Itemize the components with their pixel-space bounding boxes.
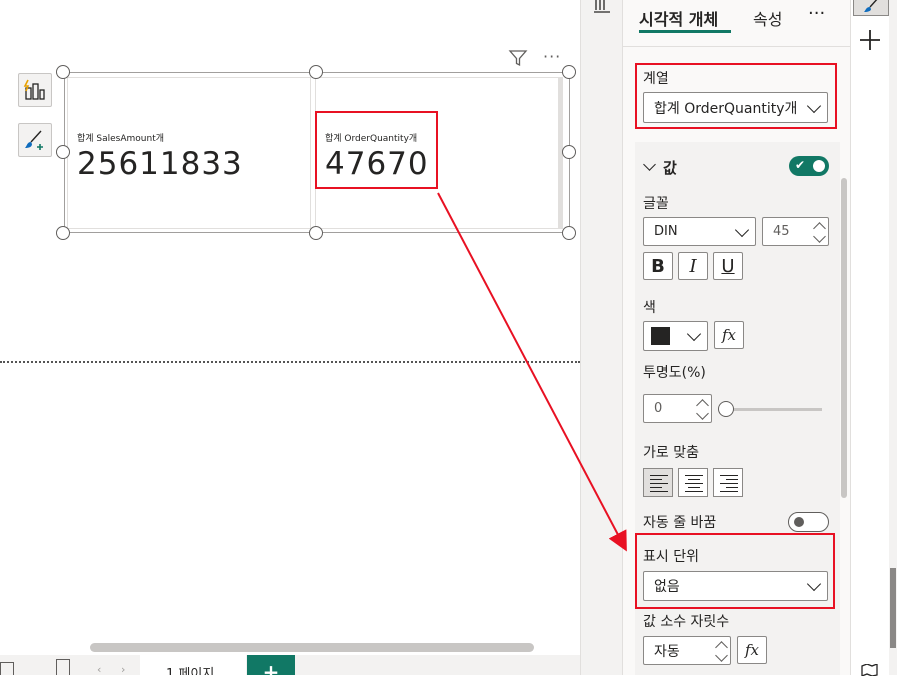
highlight-box-card-value bbox=[315, 111, 438, 189]
format-visual-button[interactable] bbox=[18, 123, 52, 157]
decimals-label: 값 소수 자릿수 bbox=[643, 614, 730, 630]
check-icon: ✔ bbox=[795, 158, 806, 172]
highlight-box-series bbox=[635, 63, 837, 129]
pane-more-icon[interactable]: ··· bbox=[808, 3, 825, 24]
spin-down-icon[interactable] bbox=[813, 230, 826, 243]
window-vertical-scrollbar[interactable] bbox=[889, 0, 897, 675]
wordwrap-label: 자동 줄 바꿈 bbox=[643, 515, 717, 531]
resize-handle[interactable] bbox=[309, 65, 323, 79]
wordwrap-toggle[interactable] bbox=[788, 512, 829, 532]
values-toggle[interactable]: ✔ bbox=[789, 156, 829, 176]
collapsed-pane-strip bbox=[580, 0, 622, 675]
build-visual-button[interactable] bbox=[18, 73, 52, 107]
highlight-box-display-units bbox=[635, 533, 835, 609]
tab-active-indicator bbox=[639, 30, 731, 33]
resize-handle[interactable] bbox=[56, 226, 70, 240]
color-swatch bbox=[651, 327, 670, 345]
divider bbox=[623, 46, 851, 47]
scroll-thumb[interactable] bbox=[890, 568, 896, 648]
spin-down-icon[interactable] bbox=[696, 407, 709, 420]
tab-properties[interactable]: 속성 bbox=[753, 6, 782, 30]
pane-scrollbar[interactable] bbox=[841, 178, 847, 498]
resize-handle[interactable] bbox=[562, 226, 576, 240]
paintbrush-icon bbox=[864, 0, 878, 12]
align-left-button[interactable] bbox=[643, 468, 673, 497]
fx-button[interactable]: fx bbox=[714, 321, 744, 349]
filter-icon[interactable] bbox=[508, 48, 528, 68]
card-sales-amount[interactable]: 합계 SalesAmount개 25611833 bbox=[67, 77, 311, 229]
font-size-value: 45 bbox=[773, 224, 790, 239]
toggle-knob bbox=[794, 517, 804, 527]
tab-visual[interactable]: 시각적 개체 bbox=[639, 6, 718, 30]
chevron-down-icon bbox=[686, 326, 702, 342]
transparency-slider-thumb[interactable] bbox=[718, 401, 734, 417]
resize-handle[interactable] bbox=[309, 226, 323, 240]
fit-page-icon[interactable] bbox=[0, 662, 14, 675]
font-label: 글꼴 bbox=[643, 196, 669, 212]
resize-handle[interactable] bbox=[562, 65, 576, 79]
transparency-slider-track[interactable] bbox=[726, 408, 822, 411]
prev-page-icon[interactable]: ‹ bbox=[97, 663, 101, 676]
italic-button[interactable]: I bbox=[678, 252, 708, 280]
align-right-button[interactable] bbox=[713, 468, 743, 497]
values-header[interactable]: 값 bbox=[663, 157, 677, 178]
next-page-icon[interactable]: › bbox=[121, 663, 125, 676]
chevron-down-icon bbox=[734, 222, 750, 237]
font-size-input[interactable]: 45 bbox=[762, 217, 829, 246]
underline-button[interactable]: U bbox=[713, 252, 743, 280]
page-boundary-line bbox=[0, 361, 580, 363]
format-pane-button[interactable] bbox=[853, 0, 889, 16]
transparency-input[interactable]: 0 bbox=[643, 394, 712, 423]
mobile-layout-icon[interactable] bbox=[56, 659, 70, 675]
color-label: 색 bbox=[643, 300, 656, 316]
decimals-value: 자동 bbox=[654, 643, 680, 660]
toggle-knob bbox=[813, 160, 825, 172]
add-page-button[interactable]: + bbox=[247, 655, 295, 675]
page-tab-1[interactable]: 1 페이지 bbox=[140, 655, 246, 675]
fx-button[interactable]: fx bbox=[737, 636, 767, 664]
font-color-picker[interactable] bbox=[643, 321, 708, 351]
align-center-button[interactable] bbox=[678, 468, 708, 497]
bold-button[interactable]: B bbox=[643, 252, 673, 280]
spin-down-icon[interactable] bbox=[715, 649, 728, 662]
report-canvas[interactable]: ··· 합계 SalesAmount개 25611833 합계 OrderQua… bbox=[0, 0, 580, 676]
transparency-value: 0 bbox=[654, 401, 663, 416]
more-options-icon[interactable]: ··· bbox=[543, 47, 561, 66]
resize-handle[interactable] bbox=[56, 145, 70, 159]
format-pane: 시각적 개체 속성 ··· 계열 합계 OrderQuantity개 값 ✔ 글… bbox=[622, 0, 851, 675]
paintbrush-icon bbox=[25, 130, 43, 150]
horizontal-scrollbar[interactable] bbox=[90, 643, 534, 652]
transparency-label: 투명도(%) bbox=[643, 365, 706, 381]
halign-label: 가로 맞춤 bbox=[643, 445, 699, 461]
resize-handle[interactable] bbox=[562, 145, 576, 159]
build-visual-icon bbox=[23, 79, 45, 100]
card-value: 25611833 bbox=[77, 146, 243, 182]
font-family-dropdown[interactable]: DIN bbox=[643, 217, 756, 246]
font-family-value: DIN bbox=[654, 224, 678, 239]
add-pane-icon[interactable] bbox=[859, 29, 881, 51]
filters-icon[interactable] bbox=[594, 0, 612, 14]
resize-handle[interactable] bbox=[56, 65, 70, 79]
bookmark-icon[interactable] bbox=[860, 664, 880, 676]
decimals-input[interactable]: 자동 bbox=[643, 636, 731, 665]
card-label: 합계 SalesAmount개 bbox=[77, 134, 165, 144]
